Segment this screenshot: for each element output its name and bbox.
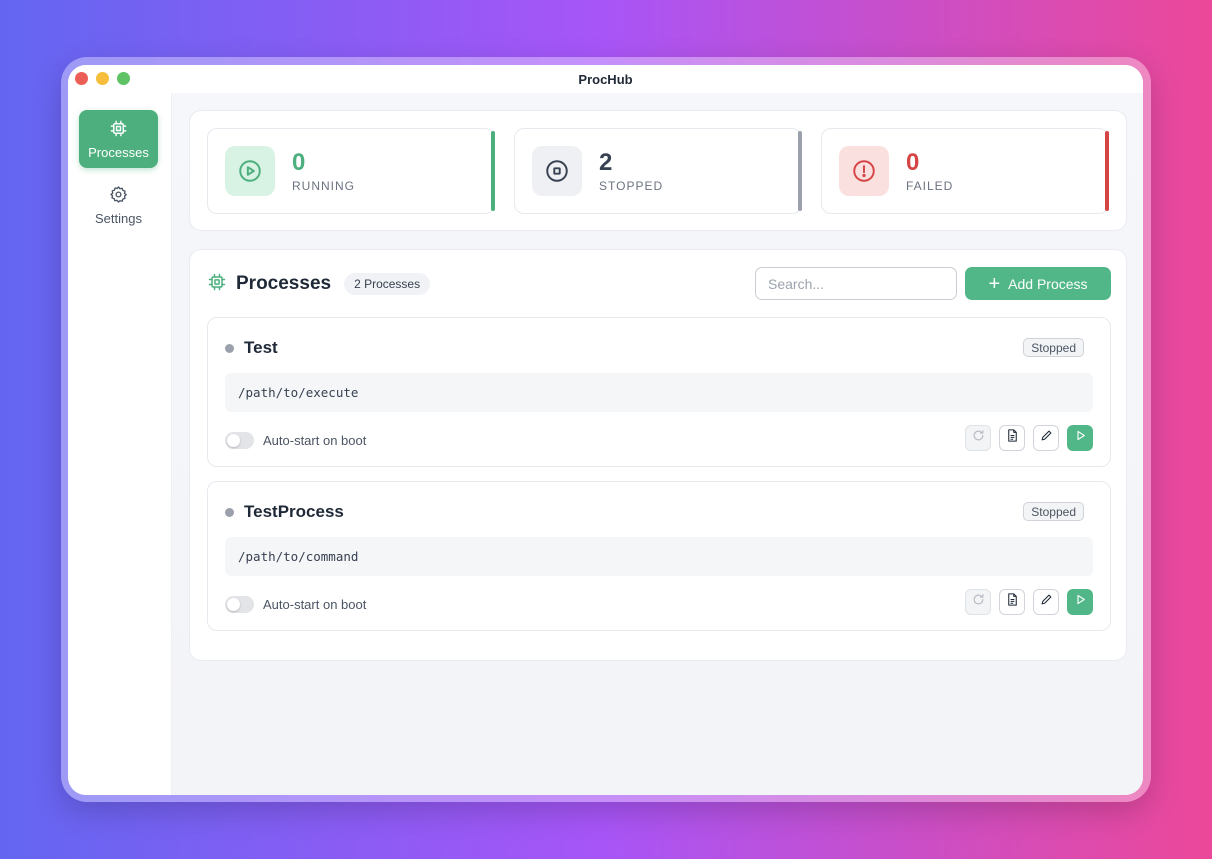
autostart-toggle[interactable] — [225, 432, 254, 449]
pencil-icon — [1039, 592, 1054, 612]
sidebar-item-label: Settings — [95, 210, 142, 226]
edit-button[interactable] — [1033, 589, 1059, 615]
stat-failed-value: 0 — [906, 149, 920, 176]
process-name: Test — [244, 338, 278, 357]
stat-stopped-label: STOPPED — [599, 179, 664, 193]
status-badge: Stopped — [1023, 502, 1084, 521]
processes-title: Processes — [236, 273, 332, 294]
stat-running: 0 RUNNING — [207, 128, 495, 214]
gear-icon — [109, 185, 128, 207]
main-content: 0 RUNNING 2 STOPPED 0 FAILED Processes 2… — [172, 93, 1143, 795]
sidebar-item-processes[interactable]: Processes — [79, 110, 158, 168]
process-actions — [965, 425, 1093, 451]
close-window-button[interactable] — [75, 72, 88, 85]
process-item: Test Stopped /path/to/execute Auto-start… — [207, 317, 1111, 467]
restart-icon — [971, 428, 986, 448]
restart-icon — [971, 592, 986, 612]
stop-circle-icon — [532, 146, 582, 196]
process-command: /path/to/command — [225, 537, 1093, 576]
autostart-label: Auto-start on boot — [263, 433, 367, 448]
processes-header: Processes 2 Processes — [207, 267, 431, 301]
play-icon — [1073, 428, 1088, 448]
status-dot — [225, 343, 234, 353]
stat-stopped-accent-bar — [798, 131, 802, 211]
stat-failed: 0 FAILED — [821, 128, 1109, 214]
app-title: ProcHub — [578, 71, 633, 87]
process-actions — [965, 589, 1093, 615]
process-item: TestProcess Stopped /path/to/command Aut… — [207, 481, 1111, 631]
add-process-label: Add Process — [1008, 275, 1088, 292]
status-dot — [225, 507, 234, 517]
app-window: ProcHub Processes Settings 0 RUNNING 2 S… — [68, 65, 1143, 795]
pencil-icon — [1039, 428, 1054, 448]
sidebar-item-settings[interactable]: Settings — [79, 176, 158, 234]
process-count-badge: 2 Processes — [344, 273, 431, 295]
start-button[interactable] — [1067, 425, 1093, 451]
document-icon — [1005, 428, 1020, 448]
stat-stopped: 2 STOPPED — [514, 128, 802, 214]
stat-running-value: 0 — [292, 149, 306, 176]
process-name: TestProcess — [244, 502, 344, 521]
add-process-button[interactable]: + Add Process — [965, 267, 1111, 300]
play-circle-icon — [225, 146, 275, 196]
stat-failed-accent-bar — [1105, 131, 1109, 211]
start-button[interactable] — [1067, 589, 1093, 615]
stat-running-label: RUNNING — [292, 179, 355, 193]
sidebar-item-label: Processes — [88, 144, 149, 160]
autostart-toggle[interactable] — [225, 596, 254, 613]
window-controls — [75, 72, 130, 85]
play-icon — [1073, 592, 1088, 612]
cpu-icon — [207, 272, 227, 297]
stat-failed-label: FAILED — [906, 179, 954, 193]
maximize-window-button[interactable] — [117, 72, 130, 85]
title-bar: ProcHub — [68, 65, 1143, 93]
stat-stopped-value: 2 — [599, 149, 613, 176]
edit-button[interactable] — [1033, 425, 1059, 451]
cpu-icon — [109, 119, 128, 141]
stats-panel: 0 RUNNING 2 STOPPED 0 FAILED — [189, 110, 1127, 231]
stat-running-accent-bar — [491, 131, 495, 211]
logs-button[interactable] — [999, 425, 1025, 451]
autostart-label: Auto-start on boot — [263, 597, 367, 612]
plus-icon: + — [988, 272, 1001, 295]
minimize-window-button[interactable] — [96, 72, 109, 85]
restart-button[interactable] — [965, 589, 991, 615]
sidebar: Processes Settings — [68, 93, 172, 795]
status-badge: Stopped — [1023, 338, 1084, 357]
logs-button[interactable] — [999, 589, 1025, 615]
alert-circle-icon — [839, 146, 889, 196]
processes-panel: Processes 2 Processes + Add Process Test… — [189, 249, 1127, 661]
process-command: /path/to/execute — [225, 373, 1093, 412]
search-input[interactable] — [755, 267, 957, 300]
restart-button[interactable] — [965, 425, 991, 451]
document-icon — [1005, 592, 1020, 612]
